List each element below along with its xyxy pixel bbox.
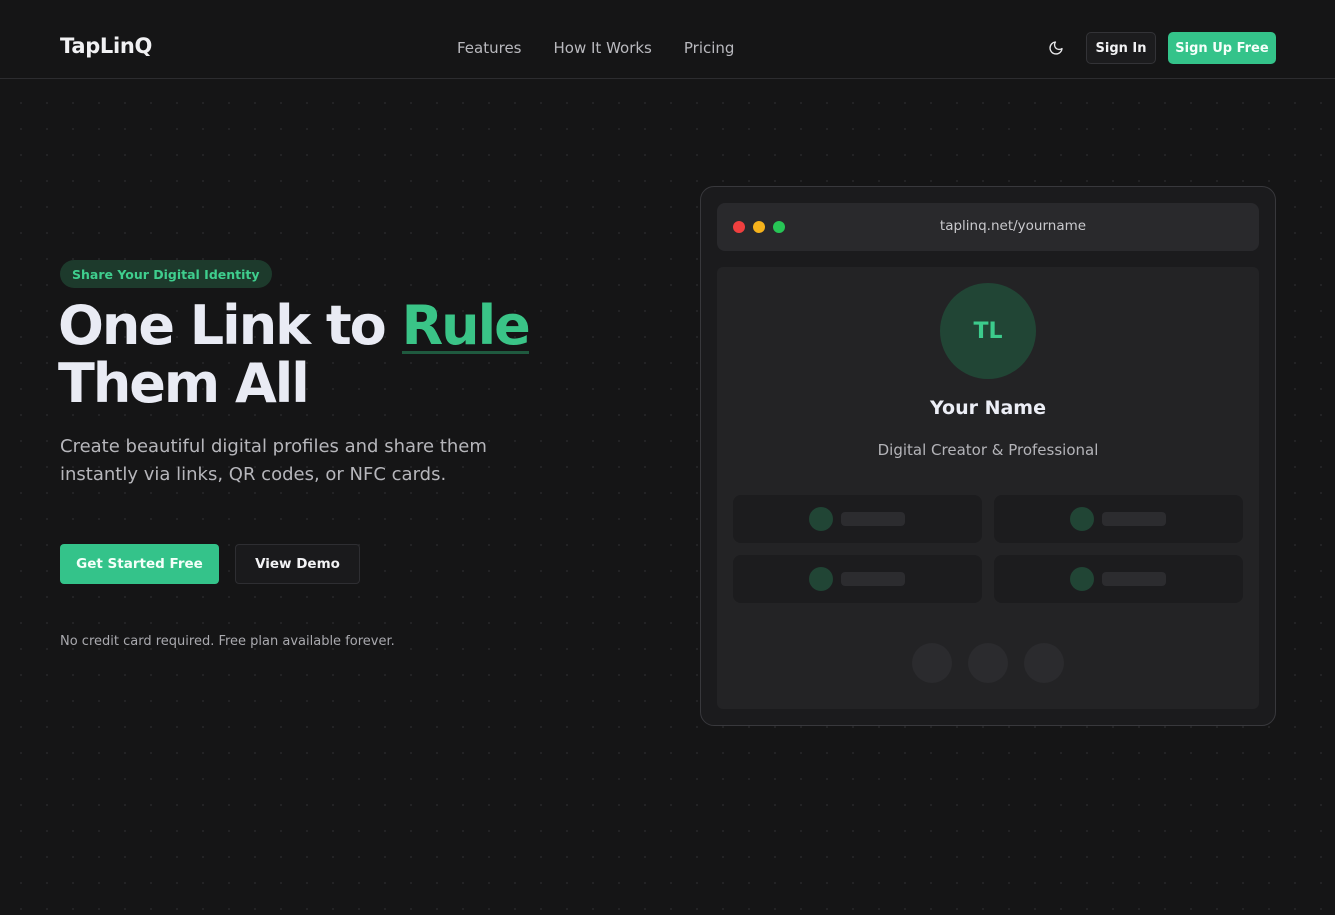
link-icon-placeholder: [809, 507, 833, 531]
theme-toggle-button[interactable]: [1044, 36, 1068, 60]
headline-line2: Them All: [58, 352, 310, 415]
social-icon-placeholder: [968, 643, 1008, 683]
nav-pricing[interactable]: Pricing: [684, 39, 735, 57]
headline-accent: Rule: [401, 294, 531, 357]
hero-note: No credit card required. Free plan avail…: [60, 634, 395, 649]
main-nav: Features How It Works Pricing: [457, 39, 766, 57]
sign-up-button[interactable]: Sign Up Free: [1168, 32, 1276, 64]
profile-role: Digital Creator & Professional: [877, 441, 1099, 459]
link-label-placeholder: [841, 512, 905, 526]
moon-icon: [1049, 41, 1063, 55]
browser-url: taplinq.net/yourname: [939, 218, 1087, 234]
sign-in-button[interactable]: Sign In: [1086, 32, 1156, 64]
hero-subtitle: Create beautiful digital profiles and sh…: [60, 436, 487, 485]
social-icon-placeholder: [1024, 643, 1064, 683]
link-placeholder: [994, 555, 1243, 603]
link-placeholder: [733, 555, 982, 603]
link-icon-placeholder: [1070, 507, 1094, 531]
profile-card: TL Your Name Digital Creator & Professio…: [717, 267, 1259, 709]
profile-preview-mockup: taplinq.net/yourname TL Your Name Digita…: [700, 186, 1276, 726]
hero-badge: Share Your Digital Identity: [60, 260, 272, 288]
nav-how-it-works[interactable]: How It Works: [554, 39, 652, 57]
browser-bar: taplinq.net/yourname: [717, 203, 1259, 251]
link-icon-placeholder: [1070, 567, 1094, 591]
avatar: TL: [940, 283, 1036, 379]
link-icon-placeholder: [809, 567, 833, 591]
view-demo-button[interactable]: View Demo: [235, 544, 360, 584]
get-started-button[interactable]: Get Started Free: [60, 544, 219, 584]
nav-features[interactable]: Features: [457, 39, 522, 57]
link-placeholder: [733, 495, 982, 543]
logo[interactable]: TapLinQ: [60, 34, 152, 58]
link-label-placeholder: [1102, 572, 1166, 586]
profile-name: Your Name: [930, 397, 1046, 419]
social-icon-placeholder: [912, 643, 952, 683]
hero-headline: One Link to Rule Them All: [58, 297, 618, 413]
link-placeholder: [994, 495, 1243, 543]
headline-prefix: One Link to: [58, 294, 402, 357]
link-label-placeholder: [841, 572, 905, 586]
link-label-placeholder: [1102, 512, 1166, 526]
site-header: TapLinQ Features How It Works Pricing Si…: [0, 0, 1335, 79]
